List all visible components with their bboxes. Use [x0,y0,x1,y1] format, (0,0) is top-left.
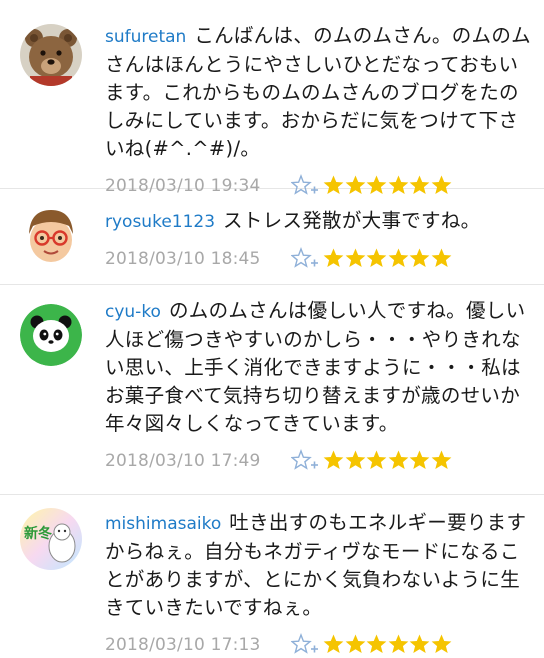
comment-timestamp: 2018/03/10 17:49 [105,451,261,471]
comment-item: ryosuke1123 ストレス発散が大事ですね。 2018/03/10 18:4… [0,188,544,285]
comment-username[interactable]: cyu-ko [105,302,161,322]
add-star-icon[interactable] [291,247,319,271]
star-icon [323,634,344,654]
comment-username[interactable]: ryosuke1123 [105,212,215,232]
comment-timestamp: 2018/03/10 17:13 [105,635,261,655]
star-icon [345,248,365,268]
star-rating [323,449,452,473]
star-icon [431,450,451,470]
star-icon [323,450,344,470]
boy-with-glasses-icon [20,204,82,266]
comment-timestamp: 2018/03/10 18:45 [105,249,261,269]
star-icon [366,450,387,470]
panda-icon [20,304,82,366]
comment-text: ryosuke1123 ストレス発散が大事ですね。 [105,207,533,236]
star-icon [409,450,430,470]
star-rating [323,247,452,271]
comment-username[interactable]: sufuretan [105,27,186,47]
comment-meta: 2018/03/10 17:13 [105,632,533,658]
comment-text: sufuretan こんばんは、のムのムさん。のムのムさんはほんとうにやさしいひと… [105,22,533,163]
star-icon [409,634,430,654]
star-icon [431,248,451,268]
star-rating [323,633,452,657]
star-icon [388,450,408,470]
avatar[interactable] [20,204,82,266]
comment-meta: 2018/03/10 18:45 [105,246,533,272]
comment-item: 新冬 mishimasaiko 吐き出すのもエネルギー要りますからねぇ。自分もネガ… [0,494,544,655]
comment-body: のムのムさんは優しい人ですね。優しい人ほど傷つきやすいのかしら・・・やりきれない… [105,299,526,435]
comment-text: mishimasaiko 吐き出すのもエネルギー要りますからねぇ。自分もネガティヴ… [105,509,533,622]
star-icon [366,634,387,654]
teddy-bear-icon [20,24,82,86]
comment-meta: 2018/03/10 17:49 [105,448,533,474]
add-star-icon[interactable] [291,449,319,473]
add-star-icon[interactable] [291,633,319,657]
star-icon [409,248,430,268]
star-icon [323,248,344,268]
comment-body: ストレス発散が大事ですね。 [223,209,481,232]
comment-item: cyu-ko のムのムさんは優しい人ですね。優しい人ほど傷つきやすいのかしら・・・… [0,284,544,495]
avatar[interactable]: 新冬 [20,508,82,570]
star-icon [345,634,365,654]
avatar[interactable] [20,304,82,366]
avatar-badge-text: 新冬 [24,525,52,542]
comment-text: cyu-ko のムのムさんは優しい人ですね。優しい人ほど傷つきやすいのかしら・・・… [105,297,533,438]
comment-item: sufuretan こんばんは、のムのムさん。のムのムさんはほんとうにやさしいひと… [0,0,544,196]
comment-username[interactable]: mishimasaiko [105,514,221,534]
star-icon [388,248,408,268]
star-icon [388,634,408,654]
avatar[interactable] [20,24,82,86]
star-icon [431,634,451,654]
star-icon [366,248,387,268]
shinto-new-winter-icon: 新冬 [20,508,82,570]
star-icon [345,450,365,470]
comment-list: sufuretan こんばんは、のムのムさん。のムのムさんはほんとうにやさしいひと… [0,0,544,655]
